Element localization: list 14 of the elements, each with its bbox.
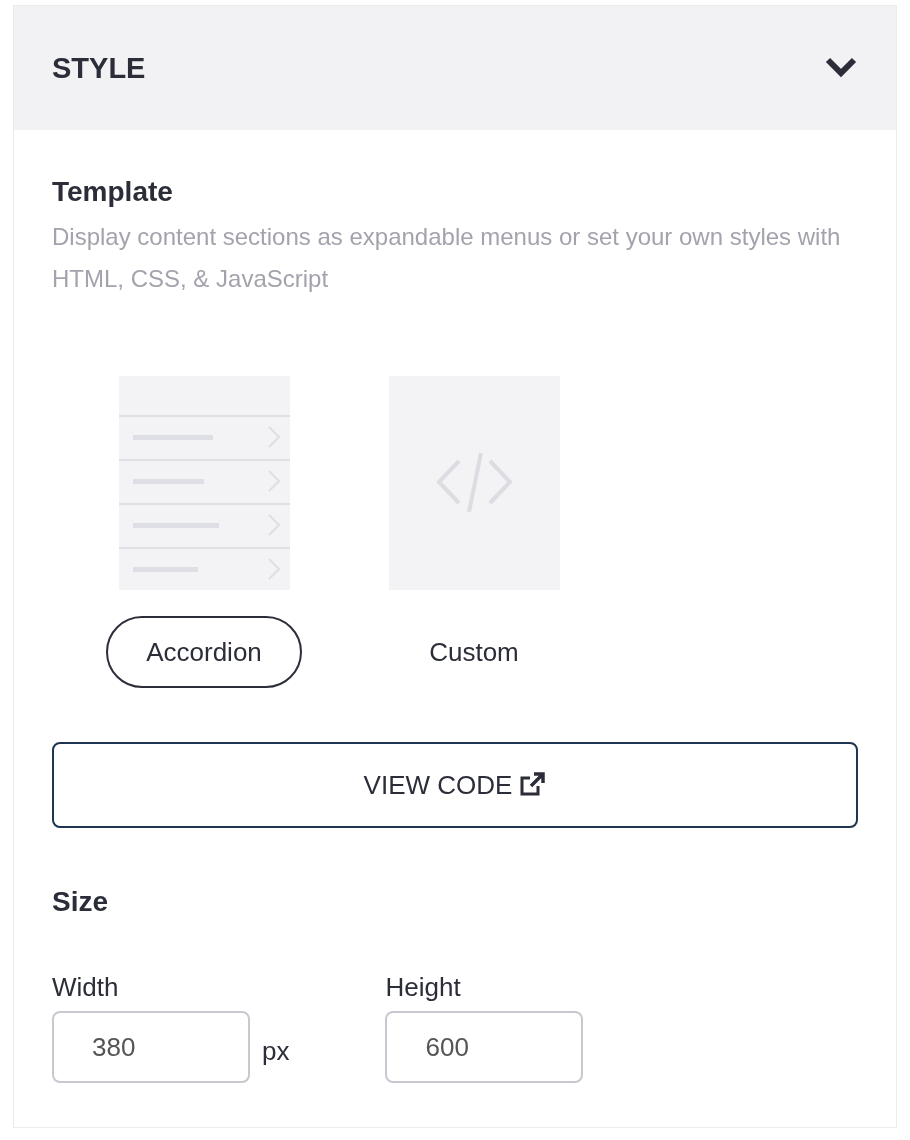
view-code-button[interactable]: VIEW CODE (52, 742, 858, 828)
input-field[interactable]: 380 (52, 1011, 250, 1083)
section-header[interactable]: STYLE (14, 6, 896, 130)
template-option[interactable]: Accordion (106, 616, 302, 688)
external-link-icon (518, 771, 547, 799)
input-field[interactable]: 600 (385, 1011, 584, 1083)
field-label: Height (385, 972, 462, 1003)
unit-label: px (262, 1036, 290, 1068)
section-title: STYLE (52, 51, 146, 85)
size-heading: Size (52, 886, 110, 918)
chevron-icon[interactable] (824, 56, 858, 78)
template-heading: Template (52, 176, 174, 208)
field-label: Width (52, 972, 120, 1003)
template-description: Display content sections as expandable menus or set your own styles with HTML, CSS, & JavaScript (52, 222, 842, 294)
